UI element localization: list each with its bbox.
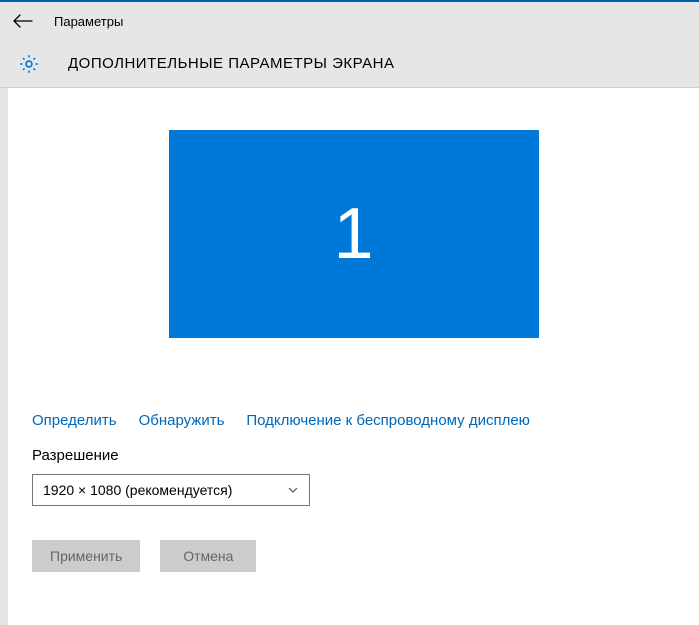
cancel-button[interactable]: Отмена: [160, 540, 256, 572]
back-button[interactable]: [12, 10, 34, 32]
gear-icon: [18, 53, 40, 75]
page-header: ДОПОЛНИТЕЛЬНЫЕ ПАРАМЕТРЫ ЭКРАНА: [0, 40, 699, 88]
monitor-1[interactable]: 1: [169, 130, 539, 338]
resolution-value: 1920 × 1080 (рекомендуется): [43, 482, 232, 498]
settings-window: Параметры ДОПОЛНИТЕЛЬНЫЕ ПАРАМЕТРЫ ЭКРАН…: [0, 0, 699, 625]
sidebar-stripe: [0, 88, 8, 625]
chevron-down-icon: [287, 484, 299, 496]
back-arrow-icon: [13, 14, 33, 28]
wireless-display-link[interactable]: Подключение к беспроводному дисплею: [246, 412, 530, 429]
detect-link[interactable]: Обнаружить: [139, 412, 225, 429]
display-links-row: Определить Обнаружить Подключение к бесп…: [32, 368, 675, 447]
apply-button[interactable]: Применить: [32, 540, 140, 572]
page-title: ДОПОЛНИТЕЛЬНЫЕ ПАРАМЕТРЫ ЭКРАНА: [68, 55, 394, 72]
titlebar-title: Параметры: [54, 14, 123, 29]
resolution-select[interactable]: 1920 × 1080 (рекомендуется): [32, 474, 310, 506]
identify-link[interactable]: Определить: [32, 412, 117, 429]
titlebar: Параметры: [0, 0, 699, 40]
action-buttons-row: Применить Отмена: [32, 540, 675, 572]
resolution-label: Разрешение: [32, 447, 675, 464]
monitor-preview-area: 1: [32, 88, 675, 368]
content-area: 1 Определить Обнаружить Подключение к бе…: [8, 88, 699, 625]
